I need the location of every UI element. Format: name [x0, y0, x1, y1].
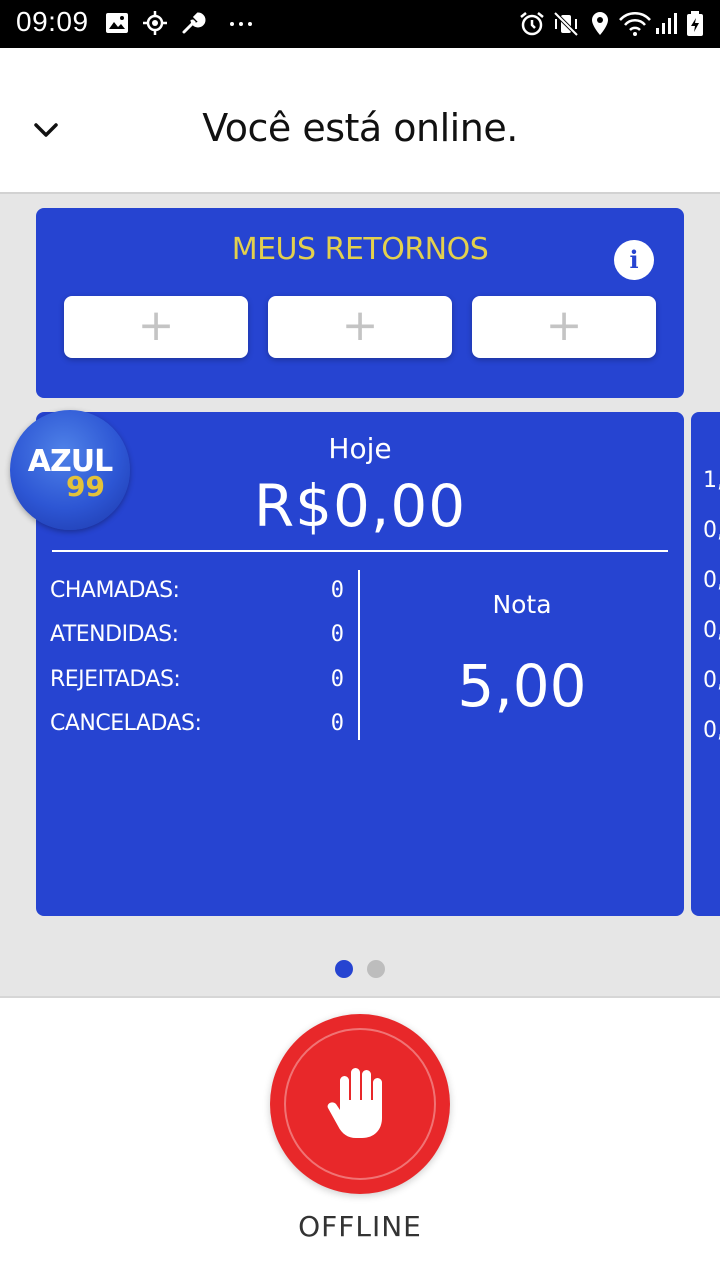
page-dot[interactable]: [367, 960, 385, 978]
stat-label: CHAMADAS:: [50, 578, 180, 603]
mute-vibrate-icon: [553, 11, 579, 37]
plus-icon: +: [137, 300, 175, 351]
peek-value: 1,: [703, 468, 720, 493]
status-time: 09:09: [16, 6, 89, 37]
divider: [52, 550, 668, 552]
status-sheet: Você está online. MEUS RETORNOS i + + + …: [0, 48, 720, 1280]
today-stats-card[interactable]: Hoje R$0,00 CHAMADAS: 0 ATENDIDAS: 0 REJ…: [36, 412, 684, 916]
stat-label: REJEITADAS:: [50, 667, 181, 692]
stat-value: 0: [330, 711, 344, 736]
plus-icon: +: [341, 300, 379, 351]
period-label: Hoje: [328, 432, 392, 465]
battery-charging-icon: [687, 11, 703, 36]
plus-icon: +: [545, 300, 583, 351]
offline-label: OFFLINE: [298, 1210, 422, 1243]
stat-row-cancelled: CANCELADAS: 0: [50, 711, 350, 741]
logo-number: 99: [66, 470, 105, 503]
location-target-icon: [143, 11, 167, 35]
peek-value: 0,: [703, 518, 720, 543]
peek-value: 0,: [703, 718, 720, 743]
return-slot-1[interactable]: +: [64, 296, 248, 358]
signal-icon: [656, 13, 677, 34]
earnings-total: R$0,00: [253, 472, 467, 540]
peek-value: 0,: [703, 668, 720, 693]
stat-row-answered: ATENDIDAS: 0: [50, 622, 350, 652]
next-card-peek[interactable]: 1, 0, 0, 0, 0, 0,: [691, 412, 720, 916]
wrench-icon: [182, 12, 206, 34]
stat-value: 0: [330, 578, 344, 603]
cards-carousel[interactable]: MEUS RETORNOS i + + + Hoje R$0,00 CHAMAD…: [0, 192, 720, 998]
location-pin-icon: [592, 12, 608, 35]
stat-row-calls: CHAMADAS: 0: [50, 578, 350, 608]
more-dots-icon: [230, 22, 252, 26]
return-slot-2[interactable]: +: [268, 296, 452, 358]
stat-value: 0: [330, 667, 344, 692]
go-offline-button[interactable]: [270, 1014, 450, 1194]
returns-card: MEUS RETORNOS i + + +: [36, 208, 684, 398]
hand-stop-icon: [327, 1068, 382, 1138]
rating-label: Nota: [492, 590, 552, 619]
peek-value: 0,: [703, 568, 720, 593]
stat-label: ATENDIDAS:: [50, 622, 179, 647]
info-button[interactable]: i: [614, 240, 654, 280]
rating-value: 5,00: [457, 652, 587, 720]
page-dot-active[interactable]: [335, 960, 353, 978]
return-slot-3[interactable]: +: [472, 296, 656, 358]
alarm-icon: [520, 12, 544, 36]
sheet-header: Você está online.: [0, 48, 720, 192]
returns-title: MEUS RETORNOS: [231, 232, 489, 267]
stat-value: 0: [330, 622, 344, 647]
page-title: Você está online.: [202, 106, 518, 150]
azul99-logo: AZUL 99: [10, 410, 130, 530]
stat-label: CANCELADAS:: [50, 711, 202, 736]
status-bar: 09:09: [0, 0, 720, 48]
image-icon: [106, 13, 128, 33]
peek-value: 0,: [703, 618, 720, 643]
wifi-icon: [619, 11, 651, 36]
stat-row-rejected: REJEITADAS: 0: [50, 667, 350, 697]
